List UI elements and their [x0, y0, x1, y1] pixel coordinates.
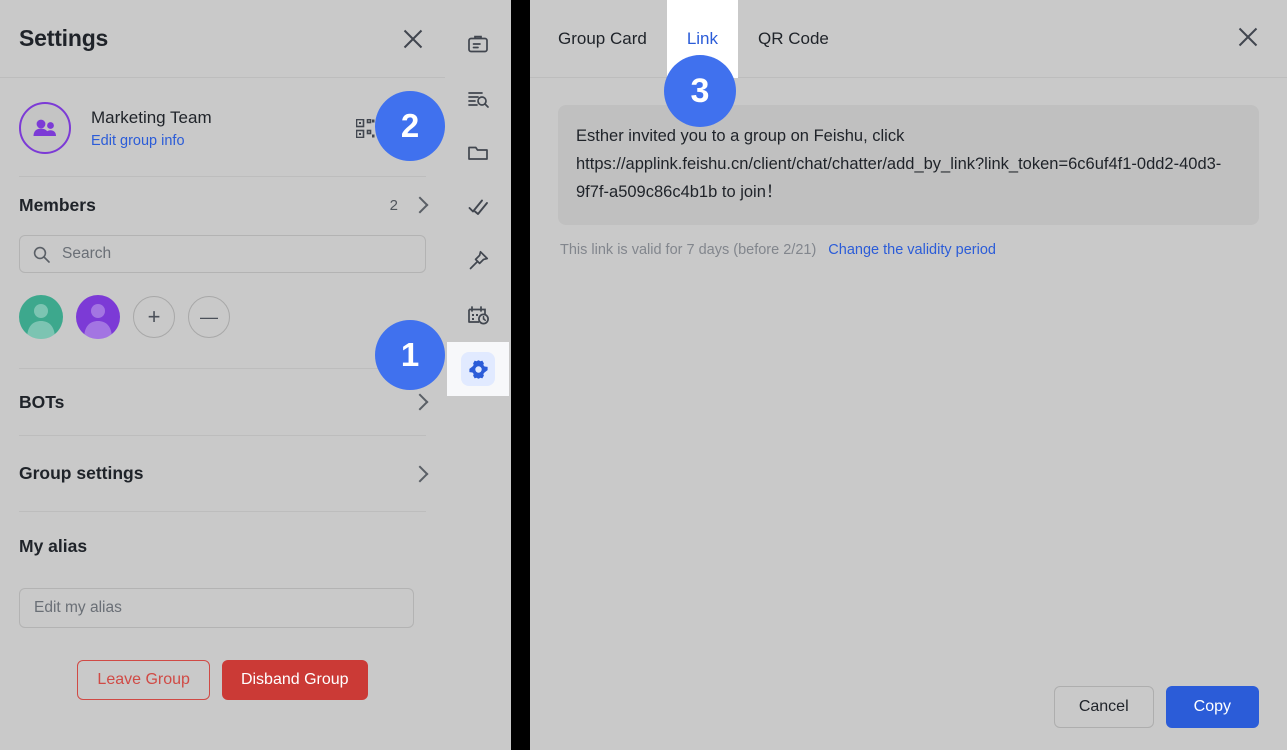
member-avatar-teal[interactable] [19, 295, 63, 339]
step-badge-3: 3 [664, 55, 736, 127]
cancel-button[interactable]: Cancel [1053, 686, 1154, 728]
search-input[interactable]: Search [19, 235, 426, 273]
group-settings-label: Group settings [19, 463, 144, 483]
search-list-icon[interactable] [447, 72, 509, 126]
edit-group-info-link[interactable]: Edit group info [91, 133, 348, 149]
chevron-right-icon[interactable] [411, 393, 429, 411]
my-alias-label: My alias [19, 535, 88, 556]
copy-button[interactable]: Copy [1165, 686, 1259, 728]
validity-row: This link is valid for 7 days (before 2/… [558, 242, 1259, 258]
group-meta: Marketing Team Edit group info [91, 108, 348, 149]
share-link-dialog: Group Card Link QR Code Esther invited y… [530, 0, 1287, 750]
add-member-button[interactable]: + [133, 296, 175, 338]
alias-placeholder: Edit my alias [34, 599, 122, 616]
pin-icon[interactable] [447, 234, 509, 288]
folder-icon[interactable] [447, 126, 509, 180]
chevron-right-icon[interactable] [411, 465, 429, 482]
icon-rail [445, 0, 511, 750]
step-badge-1: 1 [375, 320, 445, 390]
group-avatar-icon [33, 119, 56, 136]
group-name: Marketing Team [91, 107, 212, 127]
bots-label: BOTs [19, 391, 65, 412]
alias-input[interactable]: Edit my alias [19, 588, 414, 628]
dialog-footer: Cancel Copy [1053, 686, 1259, 728]
member-avatar-purple[interactable] [76, 295, 120, 339]
validity-text: This link is valid for 7 days (before 2/… [560, 242, 817, 258]
sidebar-item-settings[interactable] [447, 342, 509, 396]
chevron-right-icon[interactable] [411, 196, 429, 214]
my-alias-header: My alias [0, 512, 445, 580]
members-count: 2 [389, 196, 398, 214]
members-right: 2 [389, 196, 429, 214]
search-placeholder: Search [62, 245, 112, 262]
settings-header: Settings [0, 0, 445, 78]
close-icon[interactable] [1235, 24, 1261, 50]
dialog-body: Esther invited you to a group on Feishu,… [530, 78, 1287, 258]
invite-message-text[interactable]: Esther invited you to a group on Feishu,… [558, 105, 1259, 225]
leave-group-button[interactable]: Leave Group [77, 660, 210, 700]
remove-member-button[interactable]: — [188, 296, 230, 338]
tasks-check-icon[interactable] [447, 180, 509, 234]
member-avatar-row: + — [0, 273, 445, 339]
search-icon [33, 246, 50, 263]
dialog-header: Group Card Link QR Code [530, 0, 1287, 78]
page-title: Settings [19, 25, 109, 51]
gear-icon [461, 352, 495, 386]
group-action-buttons: Leave Group Disband Group [0, 660, 445, 700]
clipboard-icon[interactable] [447, 18, 509, 72]
sidebar-item-group-settings[interactable]: Group settings [0, 436, 445, 511]
group-avatar[interactable] [19, 102, 71, 154]
members-section-header[interactable]: Members 2 [0, 177, 445, 233]
close-icon[interactable] [400, 26, 426, 52]
disband-group-button[interactable]: Disband Group [221, 660, 368, 700]
step-badge-2: 2 [375, 91, 445, 161]
sidebar-item-bots[interactable]: BOTs [0, 369, 445, 435]
change-validity-period-link[interactable]: Change the validity period [828, 242, 996, 258]
tab-qr-code[interactable]: QR Code [738, 20, 849, 58]
tab-group-card[interactable]: Group Card [558, 20, 667, 58]
calendar-clock-icon[interactable] [447, 288, 509, 342]
members-label: Members [19, 194, 96, 215]
